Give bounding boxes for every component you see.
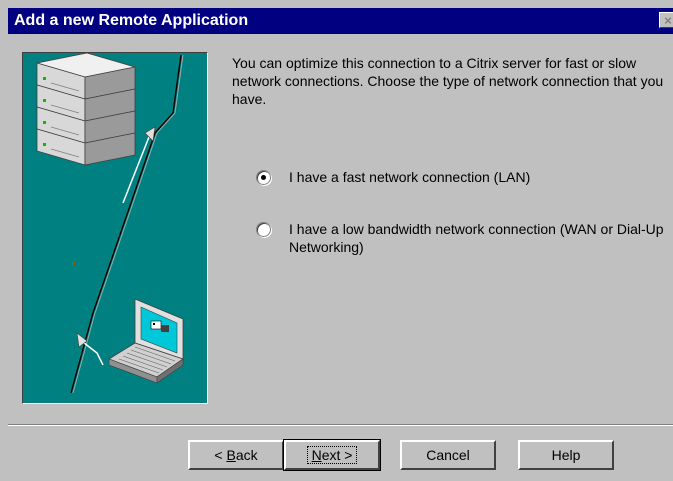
next-mnemonic: N (311, 447, 322, 463)
option-fast-network[interactable]: I have a fast network connection (LAN) (256, 168, 530, 186)
next-focus: Next > (306, 446, 358, 464)
close-button[interactable]: × (659, 12, 673, 28)
wizard-illustration (22, 52, 208, 404)
wizard-dialog: Add a new Remote Application × You can o… (0, 0, 673, 481)
option-low-bandwidth-label[interactable]: I have a low bandwidth network connectio… (289, 220, 669, 256)
radio-fast-network[interactable] (256, 170, 271, 185)
close-icon: × (664, 13, 672, 28)
help-button[interactable]: Help (518, 440, 614, 470)
laptop-icon (108, 298, 184, 384)
cancel-button[interactable]: Cancel (400, 440, 496, 470)
radio-low-bandwidth[interactable] (256, 222, 271, 237)
back-button[interactable]: < Back (188, 440, 284, 470)
window-title: Add a new Remote Application (14, 12, 249, 29)
next-button[interactable]: Next > (283, 439, 381, 471)
separator (8, 424, 673, 426)
next-rest: ext > (321, 447, 353, 463)
back-rest: ack (235, 447, 258, 463)
back-mnemonic: B (226, 447, 236, 463)
server-stack-icon (36, 53, 136, 166)
intro-text: You can optimize this connection to a Ci… (232, 55, 664, 107)
title-bar[interactable]: Add a new Remote Application × (8, 8, 673, 34)
cancel-label: Cancel (426, 447, 470, 463)
option-fast-label[interactable]: I have a fast network connection (LAN) (289, 168, 530, 186)
back-prefix: < (214, 447, 227, 463)
option-low-bandwidth[interactable]: I have a low bandwidth network connectio… (256, 220, 669, 256)
help-label: Help (551, 447, 581, 463)
